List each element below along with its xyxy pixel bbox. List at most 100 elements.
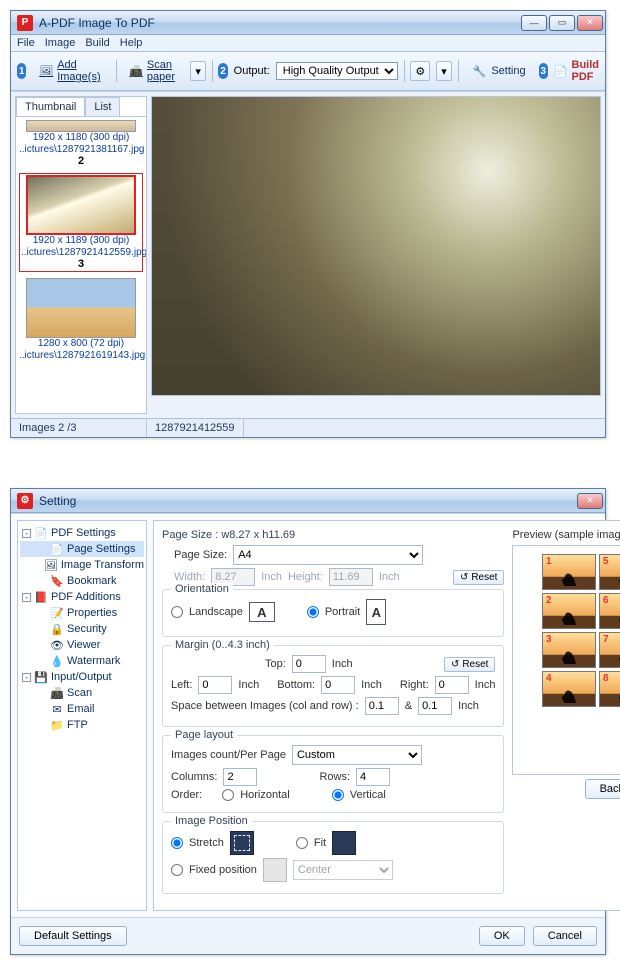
tree-node[interactable]: 📝Properties	[20, 605, 144, 621]
right-input[interactable]	[435, 676, 469, 694]
tree-node[interactable]: 💧Watermark	[20, 653, 144, 669]
scan-paper-button[interactable]: 📠 Scan paper	[122, 56, 184, 86]
tab-list[interactable]: List	[85, 97, 120, 116]
tree-label: Bookmark	[67, 575, 117, 587]
preview-cell: 2	[542, 593, 596, 629]
vertical-radio[interactable]	[332, 789, 344, 801]
tree-node[interactable]: -📄PDF Settings	[20, 525, 144, 541]
tree-node[interactable]: -💾Input/Output	[20, 669, 144, 685]
add-images-button[interactable]: 🖼 Add Image(s)	[32, 56, 109, 86]
tree-node[interactable]: 🔒Security	[20, 621, 144, 637]
fixed-radio[interactable]	[171, 864, 183, 876]
expand-icon[interactable]: -	[22, 673, 31, 682]
build-pdf-label: Build PDF	[572, 59, 600, 83]
preview-cell: 3	[542, 632, 596, 668]
add-images-label: Add Image(s)	[57, 59, 102, 83]
menu-file[interactable]: File	[17, 37, 35, 49]
fit-radio[interactable]	[296, 837, 308, 849]
preview-frame: 15263748	[512, 545, 620, 775]
page-size-select[interactable]: A4	[233, 545, 423, 565]
thumb-item[interactable]: 1920 x 1189 (300 dpi) ..ictures\12879214…	[19, 173, 143, 272]
expand-icon[interactable]: -	[22, 529, 31, 538]
bottom-unit: Inch	[361, 679, 382, 691]
default-settings-button[interactable]: Default Settings	[19, 926, 127, 946]
tree-node[interactable]: 📠Scan	[20, 685, 144, 701]
orientation-title: Orientation	[171, 583, 233, 595]
spacing-col-input[interactable]	[365, 697, 399, 715]
reset-margin-button[interactable]: ↺ Reset	[444, 657, 496, 672]
step3-badge: 3	[539, 63, 548, 79]
menu-image[interactable]: Image	[45, 37, 76, 49]
thumb-item[interactable]: 1920 x 1180 (300 dpi) ..ictures\12879213…	[19, 120, 143, 167]
bottom-input[interactable]	[321, 676, 355, 694]
tree-icon: ✉	[50, 702, 64, 716]
rows-input[interactable]	[356, 768, 390, 786]
thumb-dims: 1280 x 800 (72 dpi)	[19, 338, 143, 350]
portrait-radio[interactable]	[307, 606, 319, 618]
tree-node[interactable]: -📕PDF Additions	[20, 589, 144, 605]
tree-label: FTP	[67, 719, 88, 731]
gear-button[interactable]: ⚙	[410, 61, 430, 81]
close-button[interactable]: ✕	[577, 493, 603, 509]
count-select[interactable]: Custom	[292, 745, 422, 765]
thumbnail-list[interactable]: 1920 x 1180 (300 dpi) ..ictures\12879213…	[16, 117, 146, 413]
horizontal-radio[interactable]	[222, 789, 234, 801]
fixed-label: Fixed position	[189, 864, 257, 876]
maximize-button[interactable]: ▭	[549, 15, 575, 31]
tree-icon: 📁	[50, 718, 64, 732]
tree-node[interactable]: 🖼Image Transform	[20, 557, 144, 573]
minimize-button[interactable]: —	[521, 15, 547, 31]
stretch-radio[interactable]	[171, 837, 183, 849]
reset-label: Reset	[462, 659, 488, 670]
thumb-image	[26, 120, 136, 132]
height-unit: Inch	[379, 571, 400, 583]
landscape-radio[interactable]	[171, 606, 183, 618]
tree-node[interactable]: 📄Page Settings	[20, 541, 144, 557]
portrait-label: Portrait	[325, 606, 360, 618]
spacing-unit: Inch	[458, 700, 479, 712]
background-button[interactable]: Background...	[585, 779, 620, 799]
tab-thumbnail[interactable]: Thumbnail	[16, 97, 85, 116]
tree-icon: 🔖	[50, 574, 64, 588]
ok-button[interactable]: OK	[479, 926, 525, 946]
toolbar: 1 🖼 Add Image(s) 📠 Scan paper ▾ 2 Output…	[11, 52, 605, 91]
scan-paper-label: Scan paper	[147, 59, 177, 83]
tree-icon: 📄	[34, 526, 48, 540]
close-button[interactable]: ✕	[577, 15, 603, 31]
scan-paper-dropdown[interactable]: ▾	[190, 61, 206, 81]
settings-tree[interactable]: -📄PDF Settings📄Page Settings🖼Image Trans…	[17, 520, 147, 911]
spacing-row-input[interactable]	[418, 697, 452, 715]
left-panel: Thumbnail List 1920 x 1180 (300 dpi) ..i…	[15, 96, 147, 414]
thumb-image	[26, 278, 136, 338]
left-input[interactable]	[198, 676, 232, 694]
thumb-item[interactable]: 1280 x 800 (72 dpi) ..ictures\1287921619…	[19, 278, 143, 361]
page-size-line: Page Size : w8.27 x h11.69	[162, 529, 504, 541]
expand-icon[interactable]: -	[22, 593, 31, 602]
tree-node[interactable]: ✉Email	[20, 701, 144, 717]
setting-button[interactable]: 🔧 Setting	[464, 60, 532, 82]
output-select[interactable]: High Quality Output	[276, 62, 398, 80]
tree-label: Image Transform	[61, 559, 144, 571]
tree-node[interactable]: 📁FTP	[20, 717, 144, 733]
menu-help[interactable]: Help	[120, 37, 143, 49]
preview-cell: 4	[542, 671, 596, 707]
reset-icon: ↺	[451, 659, 459, 670]
tree-icon: 📄	[50, 542, 64, 556]
tree-node[interactable]: 🔖Bookmark	[20, 573, 144, 589]
thumb-index: 2	[19, 155, 143, 167]
tree-icon: 💾	[34, 670, 48, 684]
build-pdf-button[interactable]: 📄 Build PDF	[554, 59, 599, 83]
cols-input[interactable]	[223, 768, 257, 786]
cols-label: Columns:	[171, 771, 217, 783]
tree-node[interactable]: 👁Viewer	[20, 637, 144, 653]
cancel-button[interactable]: Cancel	[533, 926, 597, 946]
tree-icon: 📝	[50, 606, 64, 620]
top-input[interactable]	[292, 655, 326, 673]
height-label: Height:	[288, 571, 323, 583]
reset-size-button[interactable]: ↺ Reset	[453, 570, 505, 585]
gear-dropdown[interactable]: ▾	[436, 61, 452, 81]
menu-build[interactable]: Build	[85, 37, 109, 49]
tree-label: Security	[67, 623, 107, 635]
step1-badge: 1	[17, 63, 26, 79]
main-window: P A-PDF Image To PDF — ▭ ✕ File Image Bu…	[10, 10, 606, 438]
